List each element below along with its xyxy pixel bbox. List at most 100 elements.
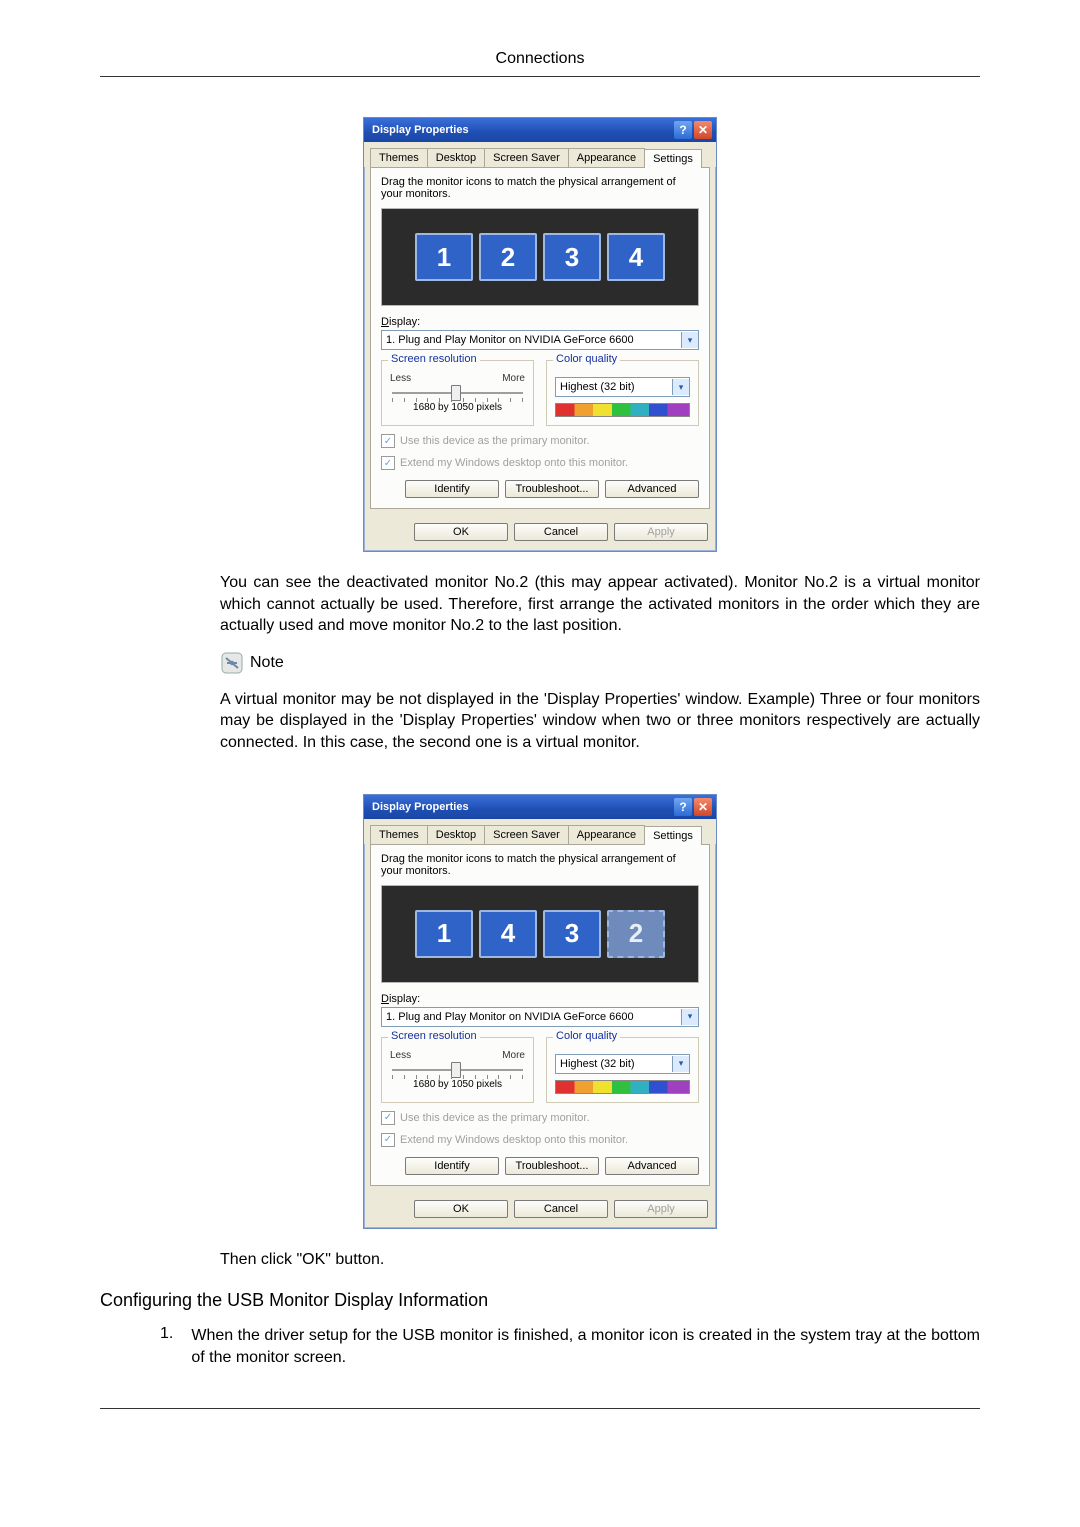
dialog-title: Display Properties bbox=[372, 801, 469, 813]
monitor-arrangement[interactable]: 1 4 3 2 bbox=[381, 885, 699, 983]
tab-body: Drag the monitor icons to match the phys… bbox=[370, 844, 710, 1186]
close-icon[interactable]: ✕ bbox=[694, 121, 712, 139]
body-paragraph-3: Then click "OK" button. bbox=[220, 1249, 980, 1271]
monitor-icon[interactable]: 2 bbox=[607, 910, 665, 958]
list-text: When the driver setup for the USB monito… bbox=[191, 1325, 980, 1368]
tab-settings[interactable]: Settings bbox=[644, 149, 702, 168]
page-header: Connections bbox=[100, 50, 980, 68]
tab-appearance[interactable]: Appearance bbox=[568, 148, 645, 167]
monitor-icon[interactable]: 2 bbox=[479, 233, 537, 281]
close-icon[interactable]: ✕ bbox=[694, 798, 712, 816]
display-label: Display: bbox=[381, 993, 699, 1005]
primary-monitor-checkbox: ✓ Use this device as the primary monitor… bbox=[381, 1111, 699, 1125]
body-paragraph-2: A virtual monitor may be not displayed i… bbox=[220, 689, 980, 754]
monitor-icon[interactable]: 4 bbox=[607, 233, 665, 281]
color-quality-group: Color quality Highest (32 bit) ▾ bbox=[546, 1037, 699, 1103]
display-properties-dialog-2: Display Properties ? ✕ Themes Desktop Sc… bbox=[363, 794, 717, 1229]
section-heading: Configuring the USB Monitor Display Info… bbox=[100, 1290, 980, 1311]
checkbox-icon: ✓ bbox=[381, 456, 395, 470]
note-icon bbox=[220, 651, 244, 675]
monitor-icon[interactable]: 3 bbox=[543, 233, 601, 281]
monitor-icon[interactable]: 4 bbox=[479, 910, 537, 958]
resolution-slider[interactable] bbox=[392, 1065, 523, 1075]
checkbox-icon: ✓ bbox=[381, 434, 395, 448]
dialog-titlebar: Display Properties ? ✕ bbox=[364, 118, 716, 142]
dialog-titlebar: Display Properties ? ✕ bbox=[364, 795, 716, 819]
display-select[interactable]: 1. Plug and Play Monitor on NVIDIA GeFor… bbox=[381, 330, 699, 350]
color-title: Color quality bbox=[553, 1030, 620, 1042]
monitor-arrangement[interactable]: 1 2 3 4 bbox=[381, 208, 699, 306]
monitor-icon[interactable]: 3 bbox=[543, 910, 601, 958]
color-select-value: Highest (32 bit) bbox=[560, 381, 635, 393]
ok-button[interactable]: OK bbox=[414, 523, 508, 541]
slider-more-label: More bbox=[502, 1050, 525, 1061]
tab-screensaver[interactable]: Screen Saver bbox=[484, 148, 569, 167]
checkbox-icon: ✓ bbox=[381, 1133, 395, 1147]
list-item: 1. When the driver setup for the USB mon… bbox=[160, 1325, 980, 1368]
screen-res-title: Screen resolution bbox=[388, 353, 480, 365]
slider-less-label: Less bbox=[390, 1050, 411, 1061]
screen-resolution-group: Screen resolution Less More 1680 by 1050… bbox=[381, 360, 534, 426]
resolution-value: 1680 by 1050 pixels bbox=[390, 402, 525, 413]
checkbox-icon: ✓ bbox=[381, 1111, 395, 1125]
apply-button[interactable]: Apply bbox=[614, 1200, 708, 1218]
primary-monitor-label: Use this device as the primary monitor. bbox=[400, 435, 590, 447]
slider-more-label: More bbox=[502, 373, 525, 384]
slider-less-label: Less bbox=[390, 373, 411, 384]
apply-button[interactable]: Apply bbox=[614, 523, 708, 541]
display-properties-dialog-1: Display Properties ? ✕ Themes Desktop Sc… bbox=[363, 117, 717, 552]
display-select-value: 1. Plug and Play Monitor on NVIDIA GeFor… bbox=[386, 334, 634, 346]
help-icon[interactable]: ? bbox=[674, 798, 692, 816]
body-paragraph-1: You can see the deactivated monitor No.2… bbox=[220, 572, 980, 637]
identify-button[interactable]: Identify bbox=[405, 1157, 499, 1175]
identify-button[interactable]: Identify bbox=[405, 480, 499, 498]
color-preview-bar bbox=[555, 1080, 690, 1094]
resolution-slider[interactable] bbox=[392, 388, 523, 398]
resolution-value: 1680 by 1050 pixels bbox=[390, 1079, 525, 1090]
tab-desktop[interactable]: Desktop bbox=[427, 148, 485, 167]
primary-monitor-checkbox: ✓ Use this device as the primary monitor… bbox=[381, 434, 699, 448]
tab-desktop[interactable]: Desktop bbox=[427, 825, 485, 844]
color-select[interactable]: Highest (32 bit) ▾ bbox=[555, 377, 690, 397]
chevron-down-icon: ▾ bbox=[672, 379, 689, 395]
extend-desktop-label: Extend my Windows desktop onto this moni… bbox=[400, 1134, 628, 1146]
monitor-icon[interactable]: 1 bbox=[415, 233, 473, 281]
drag-hint: Drag the monitor icons to match the phys… bbox=[381, 853, 699, 877]
advanced-button[interactable]: Advanced bbox=[605, 480, 699, 498]
tab-themes[interactable]: Themes bbox=[370, 825, 428, 844]
note-label: Note bbox=[250, 654, 284, 672]
chevron-down-icon: ▾ bbox=[681, 332, 698, 348]
tab-strip: Themes Desktop Screen Saver Appearance S… bbox=[364, 819, 716, 844]
extend-desktop-label: Extend my Windows desktop onto this moni… bbox=[400, 457, 628, 469]
monitor-icon[interactable]: 1 bbox=[415, 910, 473, 958]
color-title: Color quality bbox=[553, 353, 620, 365]
tab-body: Drag the monitor icons to match the phys… bbox=[370, 167, 710, 509]
color-select-value: Highest (32 bit) bbox=[560, 1058, 635, 1070]
color-select[interactable]: Highest (32 bit) ▾ bbox=[555, 1054, 690, 1074]
cancel-button[interactable]: Cancel bbox=[514, 523, 608, 541]
primary-monitor-label: Use this device as the primary monitor. bbox=[400, 1112, 590, 1124]
display-select[interactable]: 1. Plug and Play Monitor on NVIDIA GeFor… bbox=[381, 1007, 699, 1027]
drag-hint: Drag the monitor icons to match the phys… bbox=[381, 176, 699, 200]
extend-desktop-checkbox: ✓ Extend my Windows desktop onto this mo… bbox=[381, 1133, 699, 1147]
chevron-down-icon: ▾ bbox=[672, 1056, 689, 1072]
footer-rule bbox=[100, 1408, 980, 1409]
list-number: 1. bbox=[160, 1325, 173, 1368]
extend-desktop-checkbox: ✓ Extend my Windows desktop onto this mo… bbox=[381, 456, 699, 470]
tab-settings[interactable]: Settings bbox=[644, 826, 702, 845]
tab-appearance[interactable]: Appearance bbox=[568, 825, 645, 844]
note-row: Note bbox=[220, 651, 980, 675]
ok-button[interactable]: OK bbox=[414, 1200, 508, 1218]
tab-strip: Themes Desktop Screen Saver Appearance S… bbox=[364, 142, 716, 167]
screen-res-title: Screen resolution bbox=[388, 1030, 480, 1042]
cancel-button[interactable]: Cancel bbox=[514, 1200, 608, 1218]
color-preview-bar bbox=[555, 403, 690, 417]
help-icon[interactable]: ? bbox=[674, 121, 692, 139]
tab-themes[interactable]: Themes bbox=[370, 148, 428, 167]
troubleshoot-button[interactable]: Troubleshoot... bbox=[505, 480, 599, 498]
troubleshoot-button[interactable]: Troubleshoot... bbox=[505, 1157, 599, 1175]
advanced-button[interactable]: Advanced bbox=[605, 1157, 699, 1175]
dialog-title: Display Properties bbox=[372, 124, 469, 136]
tab-screensaver[interactable]: Screen Saver bbox=[484, 825, 569, 844]
color-quality-group: Color quality Highest (32 bit) ▾ bbox=[546, 360, 699, 426]
